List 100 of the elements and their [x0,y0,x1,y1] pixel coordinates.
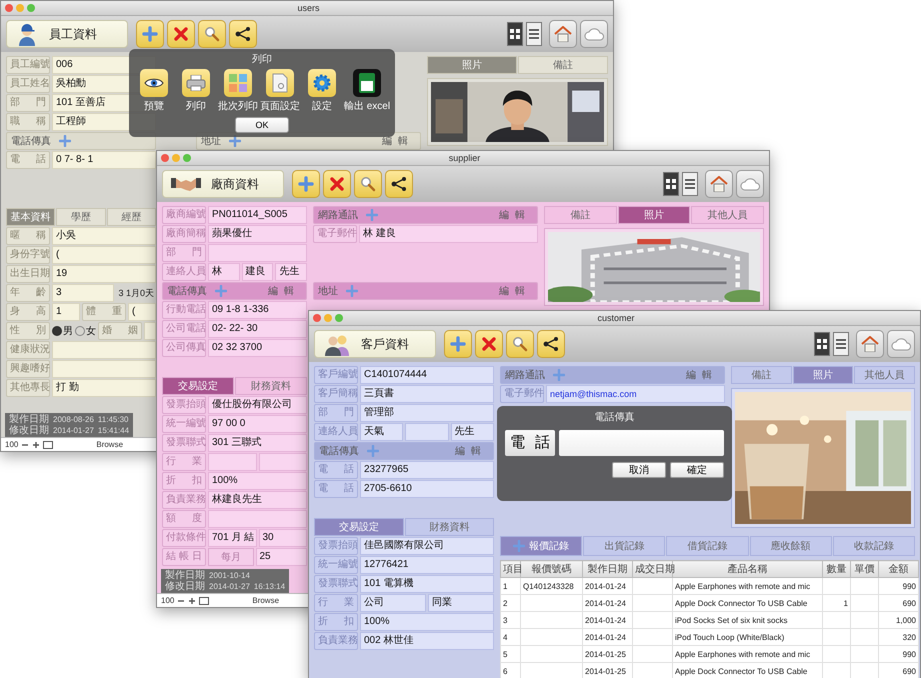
input-field[interactable]: 先生 [450,423,494,441]
input-field[interactable]: 101 電算機 [360,575,494,593]
input-field[interactable] [559,430,724,456]
radio-button[interactable]: 女 [75,322,96,340]
minimize-button[interactable] [172,154,180,162]
home-button[interactable] [705,170,733,198]
print-option[interactable]: 設定 [302,69,342,113]
edit-link[interactable]: 編輯 [686,368,718,382]
share-button[interactable] [537,330,565,358]
print-option[interactable]: 輸出 excel [344,69,390,113]
tab[interactable]: 出貨記錄 [583,536,666,556]
zoom-button[interactable] [335,314,343,322]
confirm-button[interactable]: 確定 [670,462,724,478]
input-field[interactable]: 97 00 0 [208,415,307,433]
input-field[interactable]: 林建良先生 [208,491,307,509]
input-field[interactable]: PN011014_S005 [208,206,307,224]
close-button[interactable] [161,154,169,162]
minimize-button[interactable] [16,4,24,12]
zoom-in-icon[interactable] [188,596,196,604]
input-field[interactable]: 2705-6610 [360,480,494,498]
ok-button[interactable]: OK [235,117,289,133]
input-field[interactable]: 管理部 [360,404,494,422]
list-view-button[interactable] [526,22,542,46]
cloud-button[interactable] [887,330,915,358]
zoom-button[interactable] [183,154,191,162]
input-field[interactable]: 公司 [360,594,426,612]
share-button[interactable] [385,170,413,198]
tab[interactable]: 學歷 [56,208,106,226]
tab[interactable]: 其他人員 [691,206,764,224]
search-button[interactable] [198,20,226,48]
search-button[interactable] [354,170,382,198]
input-field[interactable]: 19 [52,265,156,283]
input-field[interactable]: 0 7- 8- 1 [52,151,156,169]
input-field[interactable] [144,322,156,340]
input-field[interactable]: 100% [208,472,307,490]
home-button[interactable] [549,20,577,48]
edit-link[interactable]: 編輯 [455,444,487,458]
tab[interactable]: 財務資料 [235,377,307,395]
list-view-button[interactable] [682,172,698,196]
input-field[interactable]: 先生 [275,263,308,281]
delete-button[interactable] [167,20,195,48]
input-field[interactable]: 09 1-8 1-336 [208,301,307,319]
tab[interactable]: 照片 [618,206,690,224]
input-field[interactable]: 小吳 [52,227,156,245]
zoom-in-icon[interactable] [32,440,40,448]
input-field[interactable] [258,453,307,471]
grid-view-button[interactable] [507,22,523,46]
home-button[interactable] [856,330,884,358]
tab[interactable]: 備註 [731,366,792,384]
tab[interactable]: 經歷 [106,208,156,226]
layout-icon[interactable] [199,596,210,604]
tab[interactable]: 備註 [518,56,608,74]
grid-view-button[interactable] [814,332,830,356]
input-field[interactable]: ( [52,246,156,264]
zoom-button[interactable] [27,4,35,12]
tab[interactable]: 收款記錄 [832,536,916,556]
input-field[interactable]: 701 月 結 [208,529,256,547]
share-button[interactable] [229,20,257,48]
cancel-button[interactable]: 取消 [612,462,666,478]
input-field[interactable]: 優仕股份有限公司 [208,396,307,414]
email-field[interactable]: netjam@thismac.com [546,385,725,403]
add-button[interactable] [136,20,164,48]
print-option[interactable]: 頁面設定 [260,69,300,113]
input-field[interactable]: 蘋果優仕 [208,225,307,243]
tab[interactable]: 借貨記錄 [666,536,749,556]
input-field[interactable]: 25 [256,548,307,566]
grid-view-button[interactable] [663,172,679,196]
delete-button[interactable] [475,330,503,358]
input-field[interactable]: 23277965 [360,461,494,479]
input-field[interactable]: 301 三聯式 [208,434,307,452]
input-field[interactable] [208,244,307,262]
add-button[interactable] [292,170,320,198]
print-option[interactable]: 批次列印 [218,69,258,113]
close-button[interactable] [313,314,321,322]
input-field[interactable]: 打 勤 [52,379,156,397]
layout-icon[interactable] [43,440,54,448]
input-field[interactable]: 建良 [242,263,274,281]
input-field[interactable] [52,341,156,359]
add-icon[interactable] [229,135,241,147]
input-field[interactable]: 佳邑國際有限公司 [360,537,494,555]
input-field[interactable]: 1 [52,303,80,321]
input-field[interactable]: 林 建良 [359,225,538,243]
input-field[interactable] [52,360,156,378]
input-field[interactable]: 02- 22- 30 [208,320,307,338]
input-field[interactable]: 02 32 3700 [208,339,307,357]
input-field[interactable]: 天氣 [360,423,404,441]
minimize-button[interactable] [324,314,332,322]
tab[interactable]: 備註 [544,206,617,224]
edit-link[interactable]: 編輯 [382,134,414,148]
input-field[interactable]: 100% [360,613,494,631]
input-field[interactable]: 002 林世佳 [360,632,494,650]
input-field[interactable]: C1401074444 [360,366,494,384]
close-button[interactable] [5,4,13,12]
input-field[interactable]: 30 [258,529,307,547]
input-field[interactable]: ( [128,303,156,321]
tab[interactable]: 其他人員 [854,366,916,384]
input-field[interactable] [405,423,449,441]
list-view-button[interactable] [833,332,849,356]
tab[interactable]: 交易設定 [162,377,234,395]
cloud-button[interactable] [736,170,764,198]
